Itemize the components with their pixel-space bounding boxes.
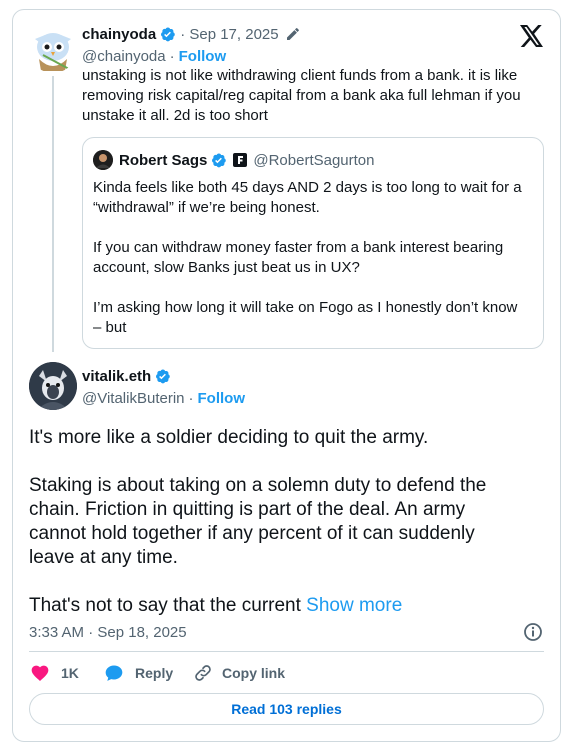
like-action[interactable]: 1K (30, 662, 79, 684)
main-text-line: chain. Friction in quitting is part of t… (29, 499, 466, 520)
affiliate-badge-icon (233, 153, 248, 167)
quoted-text-line: If you can withdraw money faster from a … (93, 239, 504, 256)
main-text-line: cannot hold together if any percent of i… (29, 523, 475, 544)
main-timestamp[interactable]: 3:33 AM · Sep 18, 2025 (29, 624, 187, 641)
main-author-name[interactable]: vitalik.eth (82, 368, 151, 385)
link-icon (195, 665, 211, 681)
chainyoda-avatar[interactable] (29, 25, 77, 73)
read-replies-label: Read 103 replies (231, 701, 342, 717)
heart-icon (31, 665, 49, 681)
quoted-tweet-header: Robert Sags @RobertSagurton (93, 150, 375, 170)
quoted-text-line: Kinda feels like both 45 days AND 2 days… (93, 179, 522, 196)
read-replies-button[interactable]: Read 103 replies (29, 693, 544, 725)
robert-sags-avatar (93, 150, 113, 170)
copy-link-action[interactable]: Copy link (193, 662, 285, 684)
main-follow-button[interactable]: Follow (198, 390, 246, 407)
reply-bubble-icon (105, 665, 123, 681)
copy-link-label: Copy link (222, 665, 286, 681)
parent-handle[interactable]: @chainyoda (82, 48, 166, 65)
main-text-fragment: That's not to say that the current (29, 595, 307, 616)
reply-action[interactable]: Reply (104, 662, 173, 684)
parent-handle-row: @chainyoda · Follow (82, 46, 226, 66)
x-logo-icon[interactable] (520, 25, 544, 47)
edit-pencil-icon (286, 28, 299, 40)
thread-line (52, 76, 54, 352)
parent-follow-button[interactable]: Follow (179, 48, 227, 65)
main-tweet-text: It's more like a soldier deciding to qui… (29, 426, 544, 618)
main-text-line: leave at any time. (29, 547, 178, 568)
quoted-tweet-text: Kinda feels like both 45 days AND 2 days… (93, 178, 538, 338)
main-text-line: Staking is about taking on a solemn duty… (29, 475, 487, 496)
parent-tweet-header: chainyoda · Sep 17, 2025 (82, 24, 301, 44)
main-handle[interactable]: @VitalikButerin (82, 390, 185, 407)
main-text-line: It's more like a soldier deciding to qui… (29, 427, 429, 448)
quoted-text-line: account, slow Banks just beat us in UX? (93, 259, 360, 276)
verified-badge-icon (161, 27, 175, 41)
divider (29, 651, 544, 652)
quoted-text-line: I’m asking how long it will take on Fogo… (93, 299, 518, 316)
parent-text-line: unstake it all. 2d is too short (82, 107, 268, 124)
quoted-text-line: “withdrawal” if we’re being honest. (93, 199, 320, 216)
like-count: 1K (61, 665, 79, 681)
separator-dot: · (188, 389, 194, 407)
main-text-last-line: That's not to say that the current Show … (29, 594, 544, 618)
main-handle-row: @VitalikButerin · Follow (82, 388, 245, 408)
quoted-text-line: – but (93, 319, 127, 336)
quoted-tweet[interactable]: Robert Sags @RobertSagurton Kinda feels … (82, 137, 544, 349)
reply-label: Reply (135, 665, 174, 681)
main-tweet-header: vitalik.eth (82, 366, 171, 386)
verified-badge-icon (156, 369, 170, 383)
parent-tweet-text: unstaking is not like withdrawing client… (82, 66, 542, 126)
parent-author-name[interactable]: chainyoda (82, 26, 156, 43)
parent-date[interactable]: · Sep 17, 2025 (180, 26, 278, 43)
separator-dot: · (169, 47, 175, 65)
vitalik-avatar[interactable] (29, 362, 77, 410)
parent-text-line: unstaking is not like withdrawing client… (82, 67, 518, 84)
quoted-author-name: Robert Sags (119, 151, 208, 169)
quoted-handle: @RobertSagurton (253, 151, 375, 169)
show-more-link[interactable]: Show more (306, 595, 402, 616)
parent-text-line: removing risk capital/reg capital from a… (82, 87, 521, 104)
info-icon[interactable] (523, 622, 543, 642)
verified-badge-icon (212, 153, 227, 167)
